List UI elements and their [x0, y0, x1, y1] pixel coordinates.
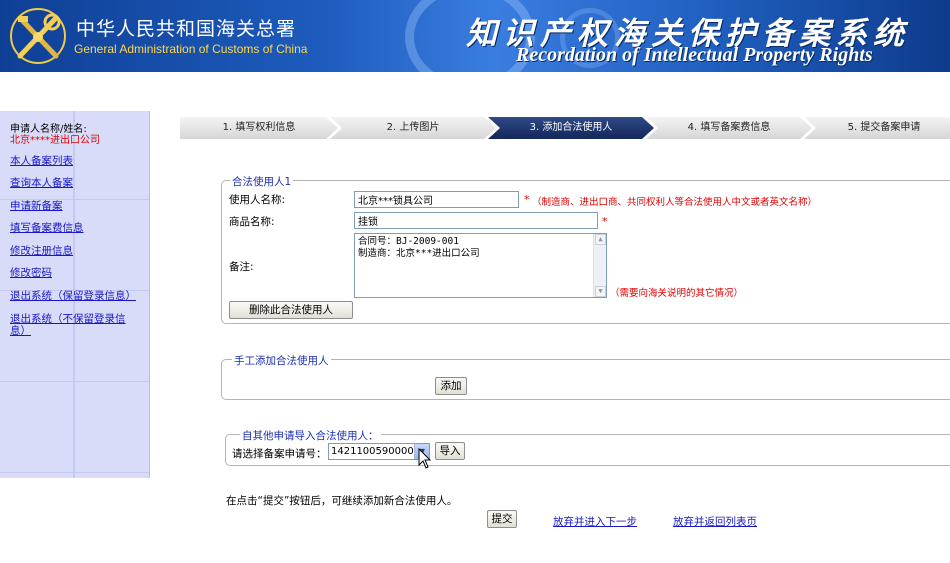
user-name-input[interactable]	[354, 191, 519, 208]
remarks-line-2: 制造商：北京***进出口公司	[358, 248, 480, 259]
import-button[interactable]: 导入	[435, 442, 465, 460]
import-legend: 自其他申请导入合法使用人：	[240, 428, 381, 443]
sidebar-link-logout-keep[interactable]: 退出系统（保留登录信息）	[10, 290, 140, 302]
product-name-required-mark: *	[602, 215, 608, 228]
step-4: 4. 填写备案费信息	[646, 117, 812, 139]
remarks-label: 备注:	[229, 261, 254, 273]
remarks-textarea[interactable]: 合同号：BJ-2009-001 制造商：北京***进出口公司 ▲ ▼	[354, 233, 607, 298]
submit-button[interactable]: 提交	[487, 510, 517, 528]
submit-note: 在点击“提交”按钮后，可继续添加新合法使用人。	[226, 495, 458, 507]
back-to-list-link[interactable]: 放弃并返回列表页	[673, 514, 757, 529]
remarks-scrollbar[interactable]: ▲ ▼	[593, 234, 606, 297]
remarks-line-1: 合同号：BJ-2009-001	[358, 236, 459, 247]
applicant-name: 北京****进出口公司	[10, 135, 100, 146]
sidebar-link-edit-registration[interactable]: 修改注册信息	[10, 245, 140, 257]
step-progress-bar: 1. 填写权利信息 2. 上传图片 3. 添加合法使用人 4. 填写备案费信息 …	[180, 117, 950, 139]
application-number-value: 142110059000002	[331, 446, 427, 457]
manual-add-legend: 手工添加合法使用人	[232, 353, 331, 368]
product-name-input[interactable]	[354, 212, 598, 229]
user-name-hint: （制造商、进出口商、共同权利人等合法使用人中文或者英文名称）	[532, 197, 818, 208]
skip-to-next-step-link[interactable]: 放弃并进入下一步	[553, 514, 637, 529]
agency-name-en: General Administration of Customs of Chi…	[74, 42, 308, 56]
system-title-en: Recordation of Intellectual Property Rig…	[516, 44, 873, 66]
customs-emblem-icon	[10, 8, 66, 64]
agency-name-cn: 中华人民共和国海关总署	[76, 18, 297, 40]
product-name-label: 商品名称:	[229, 216, 275, 228]
sidebar: 申请人名称/姓名: 北京****进出口公司 本人备案列表 查询本人备案 申请新备…	[0, 111, 150, 478]
remarks-hint: （需要向海关说明的其它情况）	[610, 288, 744, 299]
legal-user-1-legend: 合法使用人1	[230, 174, 294, 189]
scroll-up-icon[interactable]: ▲	[595, 234, 606, 245]
sidebar-link-change-password[interactable]: 修改密码	[10, 267, 140, 279]
step-1: 1. 填写权利信息	[180, 117, 338, 139]
sidebar-link-logout-clear[interactable]: 退出系统（不保留登录信息）	[10, 313, 130, 337]
sidebar-link-new-application[interactable]: 申请新备案	[10, 200, 140, 212]
application-number-select[interactable]: 142110059000002 ▼	[328, 443, 430, 460]
step-5: 5. 提交备案申请	[804, 117, 950, 139]
step-3-active: 3. 添加合法使用人	[488, 117, 654, 139]
scroll-down-icon[interactable]: ▼	[595, 286, 606, 297]
legal-user-1-fieldset: 合法使用人1 使用人名称: * （制造商、进出口商、共同权利人等合法使用人中文或…	[221, 174, 950, 324]
sidebar-link-query-records[interactable]: 查询本人备案	[10, 177, 140, 189]
manual-add-fieldset: 手工添加合法使用人 添加	[221, 353, 950, 400]
import-fieldset: 自其他申请导入合法使用人： 请选择备案申请号： 142110059000002 …	[225, 428, 950, 466]
sidebar-link-fee-info[interactable]: 填写备案费信息	[10, 222, 140, 234]
delete-legal-user-button[interactable]: 删除此合法使用人	[229, 301, 353, 319]
step-2: 2. 上传图片	[330, 117, 496, 139]
user-name-required-mark: *	[524, 193, 530, 206]
header-banner: 中华人民共和国海关总署 General Administration of Cu…	[0, 0, 950, 72]
add-legal-user-button[interactable]: 添加	[435, 377, 467, 395]
sidebar-link-my-records[interactable]: 本人备案列表	[10, 155, 140, 167]
user-name-label: 使用人名称:	[229, 194, 286, 206]
mouse-pointer-icon	[418, 448, 432, 469]
select-application-label: 请选择备案申请号：	[232, 448, 327, 460]
